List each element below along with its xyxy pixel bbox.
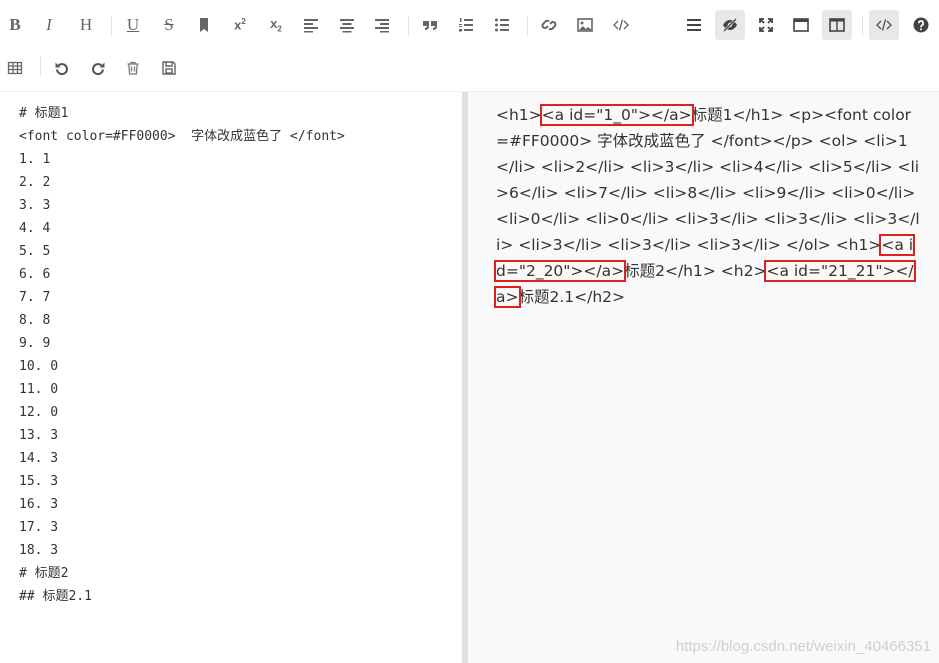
columns-icon	[829, 18, 845, 32]
image-icon	[577, 18, 593, 32]
preview-text-segment: 标题2.1</h2>	[518, 288, 626, 306]
help-button[interactable]	[906, 10, 936, 40]
editor-line[interactable]: 16. 3	[19, 493, 345, 516]
code-button[interactable]	[606, 10, 636, 40]
editor-line[interactable]: 2. 2	[19, 171, 345, 194]
editor-line[interactable]: 10. 0	[19, 355, 345, 378]
editor-line[interactable]: 9. 9	[19, 332, 345, 355]
question-circle-icon	[913, 17, 929, 33]
toolbar-separator	[40, 56, 41, 76]
heading-button[interactable]: H	[71, 10, 101, 40]
html-code-button[interactable]	[869, 10, 899, 40]
trash-button[interactable]	[118, 53, 148, 83]
align-right-button[interactable]	[367, 10, 397, 40]
preview-text-segment: 标题1</h1> <p><font color=#FF0000> 字体改成蓝色了…	[496, 106, 920, 254]
unordered-list-button[interactable]	[487, 10, 517, 40]
editor-line[interactable]: ## 标题2.1	[19, 585, 345, 608]
superscript-icon: x2	[234, 17, 246, 33]
save-icon	[162, 61, 176, 75]
link-button[interactable]	[534, 10, 564, 40]
superscript-button[interactable]: x2	[225, 10, 255, 40]
editor-line[interactable]: 7. 7	[19, 286, 345, 309]
preview-text-segment: <h1>	[496, 106, 542, 124]
ordered-list-button[interactable]	[451, 10, 481, 40]
strikethrough-icon: S	[164, 15, 174, 34]
undo-button[interactable]	[47, 53, 77, 83]
save-button[interactable]	[154, 53, 184, 83]
editor-line[interactable]: 5. 5	[19, 240, 345, 263]
menu-icon	[687, 19, 701, 31]
toolbar-separator	[111, 16, 112, 36]
editor-line[interactable]: 17. 3	[19, 516, 345, 539]
underline-icon: U	[126, 15, 140, 34]
split-view-button[interactable]	[822, 10, 852, 40]
quote-button[interactable]	[415, 10, 445, 40]
editor-content[interactable]: # 标题1 <font color=#FF0000> 字体改成蓝色了 </font…	[19, 102, 345, 608]
underline-button[interactable]: U	[118, 10, 148, 40]
italic-button[interactable]: I	[34, 10, 64, 40]
image-button[interactable]	[570, 10, 600, 40]
align-center-button[interactable]	[332, 10, 362, 40]
editor-line[interactable]: 18. 3	[19, 539, 345, 562]
html-preview-pane: <h1><a id="1_0"></a>标题1</h1> <p><font co…	[468, 92, 939, 663]
editor-line[interactable]: 12. 0	[19, 401, 345, 424]
italic-icon: I	[46, 15, 52, 34]
toolbar-row-1: B I H U S x2 x2	[0, 5, 939, 45]
heading-icon: H	[79, 15, 93, 34]
editor-line[interactable]: # 标题2	[19, 562, 345, 585]
editor-line[interactable]: 4. 4	[19, 217, 345, 240]
bookmark-button[interactable]	[189, 10, 219, 40]
bold-button[interactable]: B	[0, 10, 30, 40]
toolbar-separator	[862, 16, 863, 36]
align-left-icon	[304, 19, 318, 33]
subscript-button[interactable]: x2	[261, 10, 291, 40]
table-button[interactable]	[0, 53, 30, 83]
preview-text-segment: 标题2</h1> <h2>	[624, 262, 767, 280]
editor-line[interactable]: 14. 3	[19, 447, 345, 470]
toolbar-separator	[408, 16, 409, 36]
align-left-button[interactable]	[296, 10, 326, 40]
editor-line[interactable]: 1. 1	[19, 148, 345, 171]
navigation-button[interactable]	[679, 10, 709, 40]
window-icon	[793, 18, 809, 32]
subscript-icon: x2	[270, 16, 282, 34]
markdown-editor[interactable]: # 标题1 <font color=#FF0000> 字体改成蓝色了 </font…	[0, 92, 462, 663]
editor-toolbar: B I H U S x2 x2	[0, 0, 939, 92]
undo-icon	[55, 62, 68, 76]
align-center-icon	[340, 19, 354, 33]
quote-icon	[423, 21, 437, 30]
editor-line[interactable]: 13. 3	[19, 424, 345, 447]
fullscreen-button[interactable]	[751, 10, 781, 40]
editor-line[interactable]: 15. 3	[19, 470, 345, 493]
trash-icon	[127, 61, 139, 75]
editor-line[interactable]: 11. 0	[19, 378, 345, 401]
ordered-list-icon	[459, 18, 473, 32]
preview-toggle-button[interactable]	[715, 10, 745, 40]
editor-line[interactable]: 8. 8	[19, 309, 345, 332]
redo-icon	[92, 62, 105, 76]
expand-icon	[759, 18, 773, 32]
bookmark-icon	[200, 18, 208, 32]
link-icon	[541, 19, 557, 31]
table-icon	[7, 61, 23, 75]
align-right-icon	[375, 19, 389, 33]
toolbar-separator	[527, 16, 528, 36]
editor-line[interactable]: 6. 6	[19, 263, 345, 286]
editor-line[interactable]: <font color=#FF0000> 字体改成蓝色了 </font>	[19, 125, 345, 148]
unordered-list-icon	[495, 18, 509, 32]
redo-button[interactable]	[83, 53, 113, 83]
code-icon	[613, 19, 629, 31]
editor-line[interactable]: 3. 3	[19, 194, 345, 217]
code-icon	[876, 19, 892, 31]
window-button[interactable]	[786, 10, 816, 40]
watermark: https://blog.csdn.net/weixin_40466351	[675, 638, 931, 655]
editor-line[interactable]: # 标题1	[19, 102, 345, 125]
bold-icon: B	[9, 15, 21, 34]
html-source-preview: <h1><a id="1_0"></a>标题1</h1> <p><font co…	[493, 102, 921, 310]
strikethrough-button[interactable]: S	[154, 10, 184, 40]
highlighted-anchor-tag: <a id="1_0"></a>	[539, 104, 694, 126]
eye-slash-icon	[723, 18, 737, 32]
